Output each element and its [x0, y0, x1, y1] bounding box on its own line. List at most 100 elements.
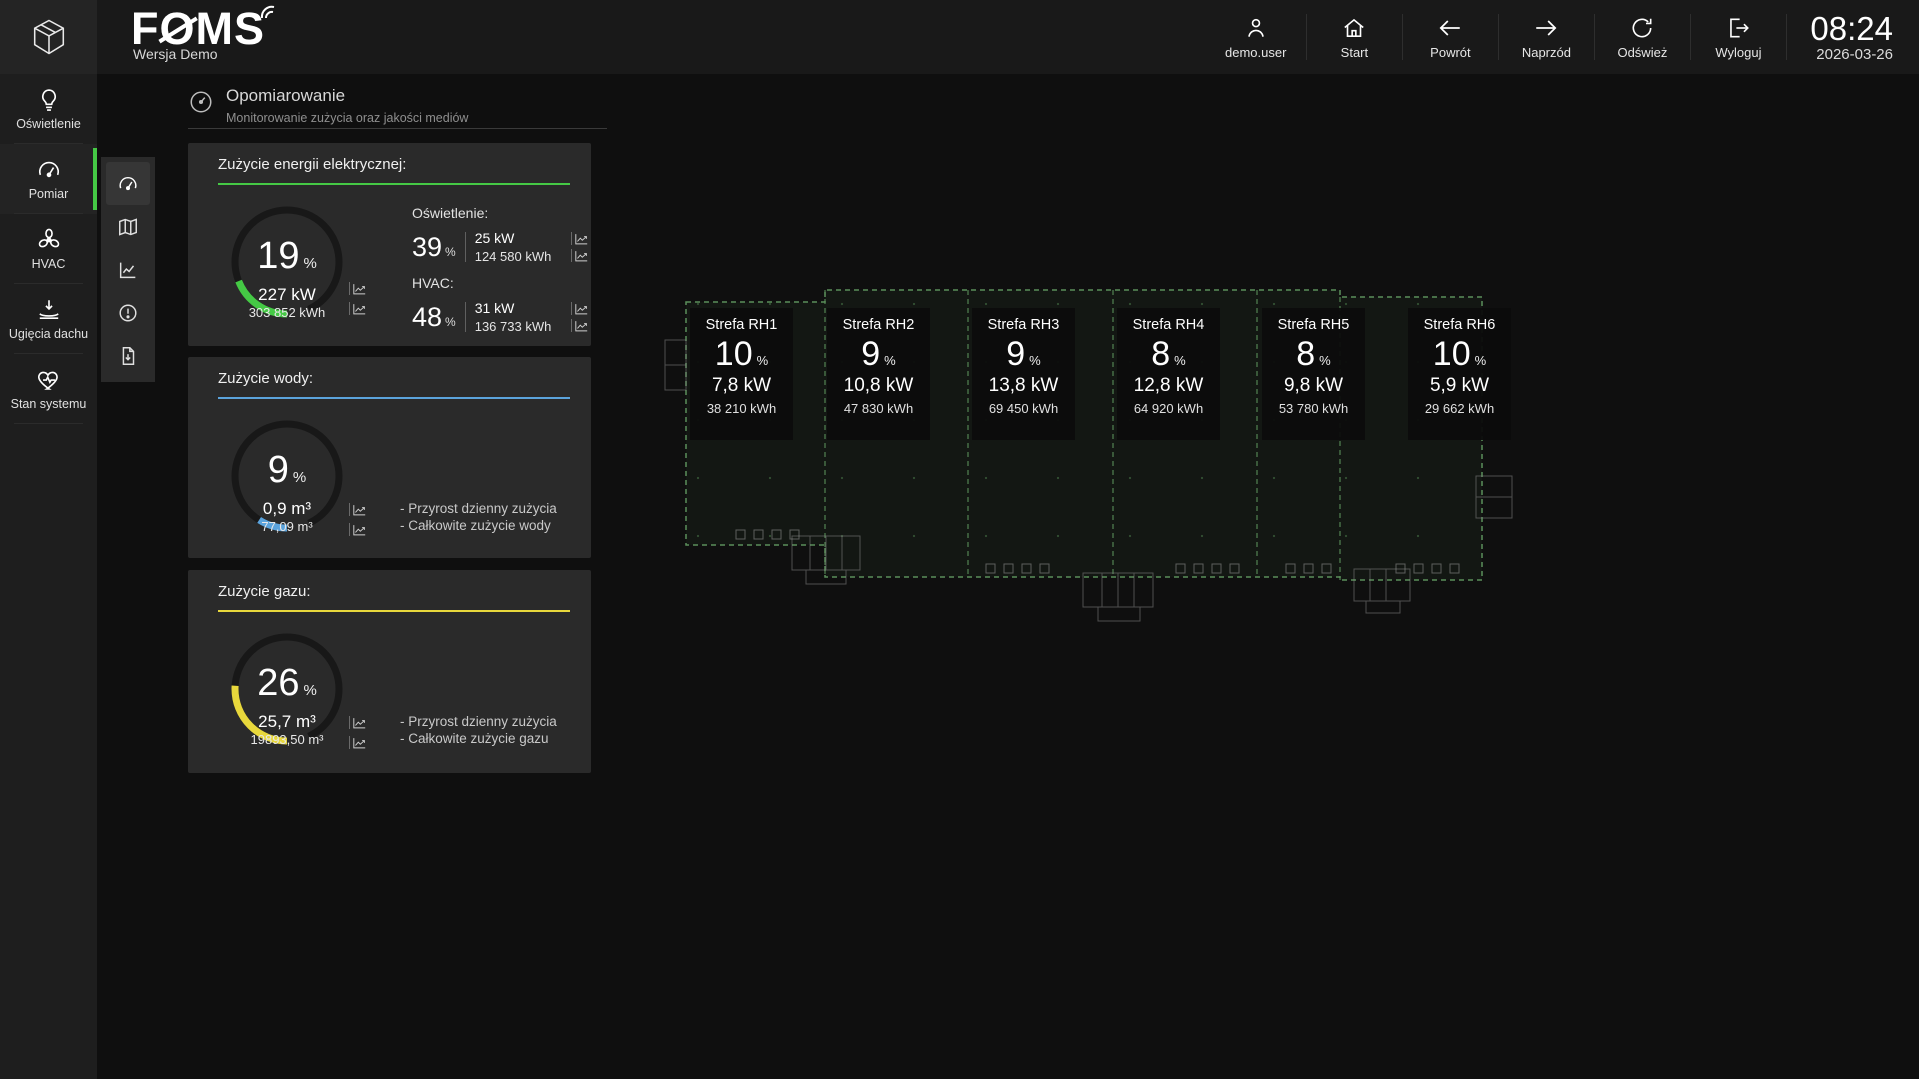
trend-chart-icon — [575, 250, 588, 262]
rail-charts-button[interactable] — [101, 248, 155, 291]
nav-refresh-label: Odśwież — [1617, 45, 1667, 60]
trend-chart-icon — [353, 717, 366, 729]
brand-name: FOMS — [131, 8, 265, 50]
zone-percent: 8% — [1262, 335, 1365, 374]
electricity-breakdown: Oświetlenie: 39% 25 kW 124 580 kWh HVAC:… — [412, 205, 588, 345]
divider — [465, 232, 466, 262]
breakdown-percent: 48% — [412, 302, 456, 333]
logout-icon — [1725, 15, 1751, 41]
zone-card-rh6[interactable]: Strefa RH6 10% 5,9 kW 29 662 kWh — [1408, 308, 1511, 440]
signal-waves-icon — [260, 4, 278, 20]
rail-alerts-button[interactable] — [101, 291, 155, 334]
zone-energy: 29 662 kWh — [1408, 401, 1511, 416]
active-indicator — [93, 148, 97, 210]
zone-power: 13,8 kW — [972, 375, 1075, 397]
brand-letter-o: O — [160, 8, 196, 50]
rail-export-button[interactable] — [101, 334, 155, 377]
accent-underline — [218, 397, 570, 399]
user-menu[interactable]: demo.user — [1205, 0, 1306, 74]
zone-card-rh5[interactable]: Strefa RH5 8% 9,8 kW 53 780 kWh — [1262, 308, 1365, 440]
zone-name: Strefa RH5 — [1262, 317, 1365, 333]
trend-chart-button[interactable] — [571, 249, 588, 262]
breakdown-values: 25 kW 124 580 kWh — [475, 230, 552, 264]
metering-icon — [188, 89, 214, 115]
gas-card: Zużycie gazu: 26% 25,7 m³ 19893,50 m³ - … — [188, 570, 591, 773]
zone-power: 12,8 kW — [1117, 375, 1220, 397]
breakdown-chart-links — [571, 232, 588, 262]
accent-underline — [218, 183, 570, 185]
nav-back-button[interactable]: Powrót — [1402, 0, 1498, 74]
building-cube-icon — [27, 15, 71, 59]
legend-line: - Całkowite zużycie wody — [400, 517, 557, 534]
gas-card-title: Zużycie gazu: — [218, 583, 311, 600]
zone-percent: 10% — [1408, 335, 1511, 374]
brand-letter-f: F — [131, 8, 160, 50]
trend-chart-icon — [353, 303, 366, 315]
breakdown-label: HVAC: — [412, 275, 588, 293]
zone-card-rh3[interactable]: Strefa RH3 9% 13,8 kW 69 450 kWh — [972, 308, 1075, 440]
rail-measurement-button[interactable] — [106, 162, 150, 205]
trend-chart-button[interactable] — [571, 232, 588, 245]
main-sidebar: Oświetlenie Pomiar HVAC — [0, 74, 97, 1079]
trend-chart-icon — [575, 233, 588, 245]
trend-chart-icon — [353, 737, 366, 749]
water-card-title: Zużycie wody: — [218, 370, 313, 387]
sidebar-item-stan-systemu[interactable]: Stan systemu — [0, 354, 97, 424]
sidebar-item-oswietlenie[interactable]: Oświetlenie — [0, 74, 97, 144]
lightbulb-icon — [36, 87, 62, 113]
sidebar-item-pomiar[interactable]: Pomiar — [0, 144, 97, 214]
app-logo-button[interactable] — [0, 0, 97, 74]
sidebar-label: Ugięcia dachu — [7, 328, 90, 341]
brand-letters-ms: MS — [196, 8, 266, 50]
gauge-icon — [117, 173, 139, 195]
zone-card-rh4[interactable]: Strefa RH4 8% 12,8 kW 64 920 kWh — [1117, 308, 1220, 440]
trend-chart-button[interactable] — [571, 319, 588, 332]
water-gauge: 9% 0,9 m³ 77,09 m³ — [227, 416, 347, 536]
trend-chart-icon — [353, 283, 366, 295]
zone-card-rh1[interactable]: Strefa RH1 10% 7,8 kW 38 210 kWh — [690, 308, 793, 440]
gauge-energy: 303 852 kWh — [227, 305, 347, 320]
roof-deflection-icon — [36, 297, 62, 323]
trend-chart-icon — [353, 524, 366, 536]
nav-refresh-button[interactable]: Odśwież — [1594, 0, 1690, 74]
page-subtitle: Monitorowanie zużycia oraz jakości medió… — [226, 111, 468, 125]
gauge-total: 77,09 m³ — [227, 519, 347, 534]
nav-forward-button[interactable]: Naprzód — [1498, 0, 1594, 74]
trend-chart-button[interactable] — [349, 282, 366, 295]
breakdown-row: 39% 25 kW 124 580 kWh — [412, 227, 588, 267]
sidebar-item-ugiecia-dachu[interactable]: Ugięcia dachu — [0, 284, 97, 354]
zone-percent: 8% — [1117, 335, 1220, 374]
page-title: Opomiarowanie — [226, 86, 468, 106]
trend-chart-button[interactable] — [349, 503, 366, 516]
map-icon — [117, 216, 139, 238]
divider — [349, 282, 350, 295]
sidebar-item-hvac[interactable]: HVAC — [0, 214, 97, 284]
arrow-right-icon — [1532, 15, 1560, 41]
zone-card-rh2[interactable]: Strefa RH2 9% 10,8 kW 47 830 kWh — [827, 308, 930, 440]
zone-energy: 38 210 kWh — [690, 401, 793, 416]
breakdown-values: 31 kW 136 733 kWh — [475, 300, 552, 334]
zone-power: 7,8 kW — [690, 375, 793, 397]
gauge-percent: 19% — [227, 235, 347, 278]
nav-logout-button[interactable]: Wyloguj — [1690, 0, 1786, 74]
gauge-icon — [36, 157, 62, 183]
app-header: FOMS Wersja Demo demo.user — [0, 0, 1919, 74]
trend-chart-button[interactable] — [349, 523, 366, 536]
sidebar-label: Pomiar — [27, 188, 71, 201]
zone-percent: 9% — [972, 335, 1075, 374]
rail-map-button[interactable] — [101, 205, 155, 248]
trend-chart-button[interactable] — [349, 716, 366, 729]
zone-name: Strefa RH6 — [1408, 317, 1511, 333]
divider — [571, 249, 572, 262]
accent-underline — [218, 610, 570, 612]
divider — [571, 319, 572, 332]
nav-back-label: Powrót — [1430, 45, 1470, 60]
zone-name: Strefa RH4 — [1117, 317, 1220, 333]
fan-icon — [36, 227, 62, 253]
nav-start-button[interactable]: Start — [1306, 0, 1402, 74]
trend-chart-button[interactable] — [349, 736, 366, 749]
trend-chart-button[interactable] — [349, 302, 366, 315]
trend-chart-button[interactable] — [571, 302, 588, 315]
electricity-gauge: 19% 227 kW 303 852 kWh — [227, 202, 347, 322]
breakdown-label: Oświetlenie: — [412, 205, 588, 223]
